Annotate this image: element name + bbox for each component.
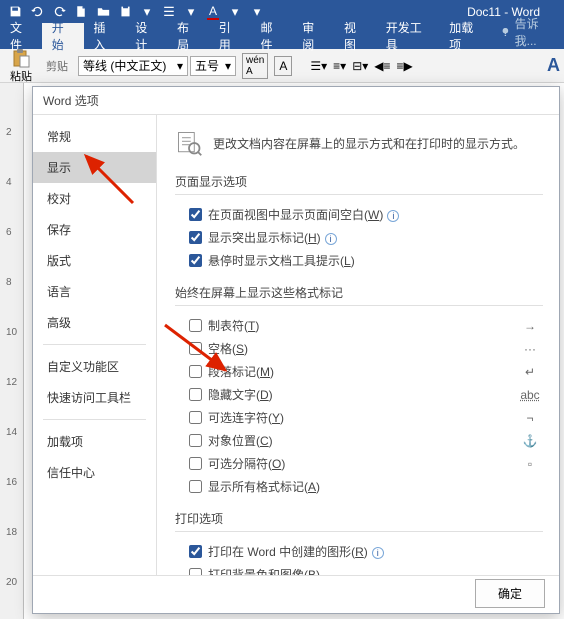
info-icon[interactable]: i	[387, 210, 399, 222]
cat-language[interactable]: 语言	[33, 276, 156, 307]
lbl-anchor: 对象位置(C)	[208, 432, 511, 449]
multilevel-icon[interactable]: ⊟▾	[352, 59, 368, 73]
paste-label: 粘贴	[10, 68, 32, 84]
hidden-mark-icon: abc	[517, 388, 543, 402]
lbl-paragraph: 段落标记(M)	[208, 363, 511, 380]
chk-paragraph[interactable]	[189, 365, 202, 378]
redo-icon[interactable]	[50, 3, 68, 21]
section-format-marks: 始终在屏幕上显示这些格式标记	[175, 284, 543, 306]
tab-layout[interactable]: 布局	[167, 23, 209, 49]
paste-icon[interactable]	[116, 3, 134, 21]
tab-home[interactable]: 开始	[42, 23, 84, 49]
lbl-tooltip: 悬停时显示文档工具提示(L)	[208, 252, 543, 269]
word-options-dialog: Word 选项 常规 显示 校对 保存 版式 语言 高级 自定义功能区 快速访问…	[32, 86, 560, 614]
lbl-print-bg: 打印背景色和图像(B)	[208, 566, 543, 575]
section-page-display: 页面显示选项	[175, 173, 543, 195]
paragraph-mark-icon: ↵	[517, 365, 543, 379]
paste-button[interactable]: 粘贴	[4, 46, 38, 86]
info-icon[interactable]: i	[372, 547, 384, 559]
heading-text: 更改文档内容在屏幕上的显示方式和在打印时的显示方式。	[213, 135, 525, 152]
lbl-all-marks: 显示所有格式标记(A)	[208, 478, 543, 495]
chk-anchor[interactable]	[189, 434, 202, 447]
ribbon-home: 粘贴 剪贴 等线 (中文正文)▾ 五号▾ wénA A ☰▾ ≡▾ ⊟▾ ◀≡ …	[0, 49, 564, 83]
indent-right-icon[interactable]: ≡▶	[397, 59, 413, 73]
section-print: 打印选项	[175, 510, 543, 532]
options-content: 更改文档内容在屏幕上的显示方式和在打印时的显示方式。 页面显示选项 在页面视图中…	[157, 115, 559, 575]
hyphen-mark-icon: ¬	[517, 411, 543, 425]
cat-advanced[interactable]: 高级	[33, 307, 156, 338]
qat-more-icon[interactable]: ▾	[248, 3, 266, 21]
font-name-combo[interactable]: 等线 (中文正文)▾	[78, 56, 188, 76]
break-mark-icon: ▫	[517, 457, 543, 471]
cat-qat[interactable]: 快速访问工具栏	[33, 382, 156, 413]
cat-addins[interactable]: 加载项	[33, 426, 156, 457]
tab-insert[interactable]: 插入	[84, 23, 126, 49]
open-icon[interactable]	[94, 3, 112, 21]
clipboard-label: 剪贴	[46, 58, 68, 74]
chk-print-bg[interactable]	[189, 568, 202, 575]
anchor-mark-icon: ⚓	[517, 434, 543, 448]
qat-icon-1[interactable]: ☰	[160, 3, 178, 21]
tab-addins[interactable]: 加载项	[439, 23, 492, 49]
chevron-down-icon[interactable]: ▾	[138, 3, 156, 21]
undo-icon[interactable]	[28, 3, 46, 21]
bullets-icon[interactable]: ☰▾	[310, 59, 327, 73]
font-size-combo[interactable]: 五号▾	[190, 56, 236, 76]
phonetic-icon[interactable]: wénA	[242, 53, 268, 79]
new-icon[interactable]	[72, 3, 90, 21]
ribbon-tabs: 文件 开始 插入 设计 布局 引用 邮件 审阅 视图 开发工具 加载项 告诉我.…	[0, 23, 564, 49]
save-icon[interactable]	[6, 3, 24, 21]
tab-mail[interactable]: 邮件	[251, 23, 293, 49]
indent-left-icon[interactable]: ◀≡	[374, 59, 390, 73]
tab-developer[interactable]: 开发工具	[376, 23, 439, 49]
tab-references[interactable]: 引用	[209, 23, 251, 49]
chk-space[interactable]	[189, 342, 202, 355]
chk-hyphen[interactable]	[189, 411, 202, 424]
tab-mark-icon: →	[517, 319, 543, 333]
cat-save[interactable]: 保存	[33, 214, 156, 245]
char-border-icon[interactable]: A	[274, 56, 292, 76]
chk-tab[interactable]	[189, 319, 202, 332]
vertical-ruler: 2 4 6 8 10 12 14 16 18 20	[0, 83, 24, 619]
lbl-space: 空格(S)	[208, 340, 511, 357]
chk-tooltip[interactable]	[189, 254, 202, 267]
chk-print-drawings[interactable]	[189, 545, 202, 558]
tab-view[interactable]: 视图	[334, 23, 376, 49]
lbl-break: 可选分隔符(O)	[208, 455, 511, 472]
cat-layout[interactable]: 版式	[33, 245, 156, 276]
space-mark-icon: ···	[517, 342, 543, 356]
chk-hidden[interactable]	[189, 388, 202, 401]
lbl-tab: 制表符(T)	[208, 317, 511, 334]
cat-customize-ribbon[interactable]: 自定义功能区	[33, 351, 156, 382]
tab-review[interactable]: 审阅	[292, 23, 334, 49]
lbl-hidden: 隐藏文字(D)	[208, 386, 511, 403]
numbering-icon[interactable]: ≡▾	[333, 59, 346, 73]
chk-whitespace[interactable]	[189, 208, 202, 221]
chk-all-marks[interactable]	[189, 480, 202, 493]
lbl-print-drawings: 打印在 Word 中创建的图形(R)i	[208, 543, 543, 560]
ok-button[interactable]: 确定	[475, 579, 545, 608]
lbl-hyphen: 可选连字符(Y)	[208, 409, 511, 426]
cat-display[interactable]: 显示	[33, 152, 156, 183]
options-category-list: 常规 显示 校对 保存 版式 语言 高级 自定义功能区 快速访问工具栏 加载项 …	[33, 115, 157, 575]
info-icon[interactable]: i	[325, 233, 337, 245]
chk-highlight[interactable]	[189, 231, 202, 244]
lbl-highlight: 显示突出显示标记(H)i	[208, 229, 543, 246]
qat-divider: ▾	[182, 3, 200, 21]
tell-me[interactable]: 告诉我...	[492, 15, 564, 49]
cat-general[interactable]: 常规	[33, 121, 156, 152]
lbl-whitespace: 在页面视图中显示页面间空白(W)i	[208, 206, 543, 223]
tab-design[interactable]: 设计	[125, 23, 167, 49]
cat-trust[interactable]: 信任中心	[33, 457, 156, 488]
font-color-icon[interactable]: A	[204, 3, 222, 21]
styles-icon[interactable]: A	[547, 55, 560, 76]
dialog-title: Word 选项	[33, 87, 559, 115]
chevron-down-icon[interactable]: ▾	[226, 3, 244, 21]
display-heading-icon	[175, 129, 203, 157]
chk-break[interactable]	[189, 457, 202, 470]
cat-proofing[interactable]: 校对	[33, 183, 156, 214]
